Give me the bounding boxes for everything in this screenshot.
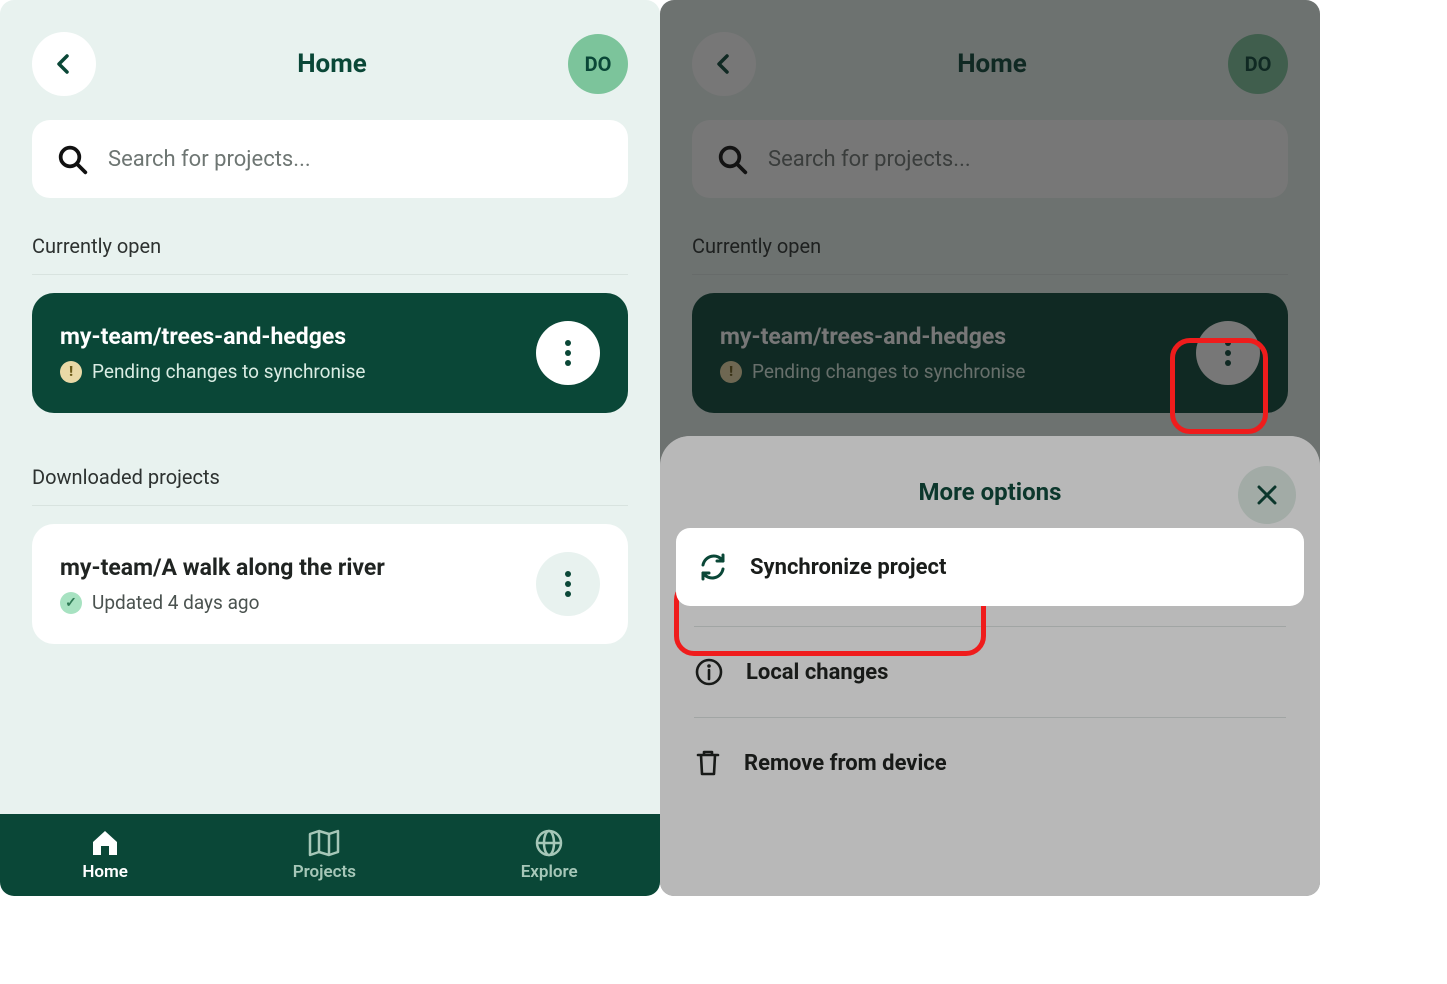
nav-home[interactable]: Home xyxy=(82,828,128,882)
sheet-item-label: Remove from device xyxy=(744,751,947,776)
check-icon: ✓ xyxy=(60,592,82,614)
map-icon xyxy=(307,828,341,858)
chevron-left-icon xyxy=(52,52,76,76)
project-status: ✓ Updated 4 days ago xyxy=(60,591,385,614)
divider xyxy=(32,274,628,275)
sheet-item-local[interactable]: Local changes xyxy=(660,627,1320,717)
sheet-item-label: Local changes xyxy=(746,660,888,685)
nav-projects-label: Projects xyxy=(293,862,356,882)
sheet-title: More options xyxy=(919,478,1062,506)
more-vertical-icon xyxy=(564,570,572,598)
nav-home-label: Home xyxy=(82,862,128,882)
search-icon xyxy=(56,143,88,175)
close-icon xyxy=(1255,483,1279,507)
more-options-button[interactable] xyxy=(536,321,600,385)
sheet-header: More options xyxy=(660,460,1320,528)
nav-projects[interactable]: Projects xyxy=(293,828,356,882)
search-input[interactable] xyxy=(108,147,604,172)
close-button[interactable] xyxy=(1238,466,1296,524)
bottom-nav: Home Projects Explore xyxy=(0,814,660,896)
project-status: ! Pending changes to synchronise xyxy=(60,360,366,383)
avatar[interactable]: DO xyxy=(568,34,628,94)
more-options-sheet: More options Synchronize project Local c… xyxy=(660,436,1320,896)
project-title: my-team/A walk along the river xyxy=(60,554,385,581)
project-card-body: my-team/A walk along the river ✓ Updated… xyxy=(60,554,385,614)
home-icon xyxy=(89,828,121,858)
section-label-downloaded: Downloaded projects xyxy=(0,447,660,499)
divider xyxy=(32,505,628,506)
sheet-item-sync[interactable]: Synchronize project xyxy=(676,528,1304,606)
sheet-item-remove[interactable]: Remove from device xyxy=(660,718,1320,808)
warning-icon: ! xyxy=(60,361,82,383)
sheet-item-label: Synchronize project xyxy=(750,555,946,580)
app-screen-home: Home DO Currently open my-team/trees-and… xyxy=(0,0,660,896)
nav-explore-label: Explore xyxy=(521,862,578,882)
sync-icon xyxy=(698,552,728,582)
search-bar[interactable] xyxy=(32,120,628,198)
more-vertical-icon xyxy=(564,339,572,367)
project-card-body: my-team/trees-and-hedges ! Pending chang… xyxy=(60,323,366,383)
project-status-text: Pending changes to synchronise xyxy=(92,360,366,383)
project-card-open[interactable]: my-team/trees-and-hedges ! Pending chang… xyxy=(32,293,628,413)
app-screen-home-dimmed: Home DO Currently open my-team/trees-and… xyxy=(660,0,1320,896)
section-label-open: Currently open xyxy=(0,216,660,268)
project-title: my-team/trees-and-hedges xyxy=(60,323,366,350)
more-options-button[interactable] xyxy=(536,552,600,616)
page-title: Home xyxy=(297,49,367,79)
globe-icon xyxy=(534,828,564,858)
project-status-text: Updated 4 days ago xyxy=(92,591,259,614)
trash-icon xyxy=(694,748,722,778)
back-button[interactable] xyxy=(32,32,96,96)
info-icon xyxy=(694,657,724,687)
app-header: Home DO xyxy=(0,0,660,112)
project-card-downloaded[interactable]: my-team/A walk along the river ✓ Updated… xyxy=(32,524,628,644)
nav-explore[interactable]: Explore xyxy=(521,828,578,882)
